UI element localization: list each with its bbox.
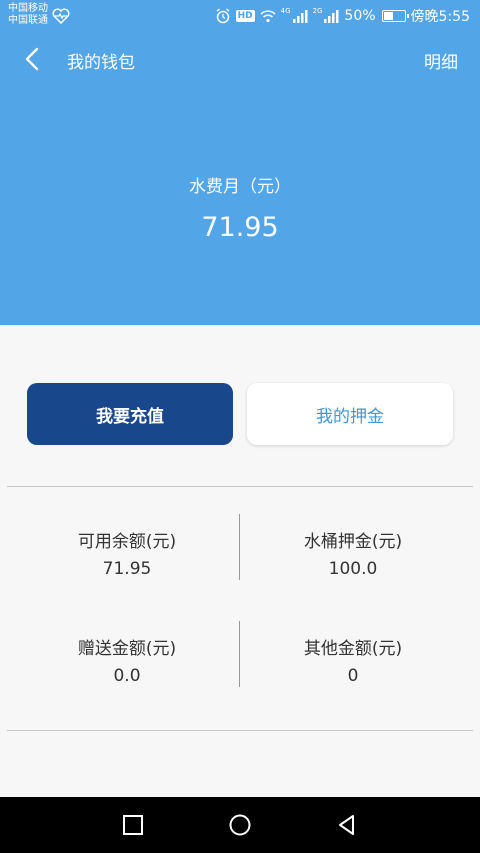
circle-home-icon[interactable] — [228, 813, 252, 837]
hd-icon: HD — [235, 10, 255, 22]
status-icons: HD 4G 2G 50% 傍晚5:55 — [215, 6, 470, 26]
square-recents-icon[interactable] — [121, 813, 145, 837]
carrier-1: 中国移动 — [8, 3, 48, 14]
chevron-left-icon[interactable] — [22, 46, 44, 72]
wallet-header: 中国移动 中国联通 HD 4G 2G 50% 傍晚5:55 我的钱包 明细 水费… — [0, 0, 480, 325]
stat-label: 其他金额(元) — [303, 639, 403, 659]
stat-label: 水桶押金(元) — [303, 532, 403, 552]
stat-value: 71.95 — [102, 559, 152, 579]
stat-available-balance: 可用余额(元) 71.95 — [7, 531, 247, 580]
balance-value: 71.95 — [201, 212, 279, 243]
triangle-back-icon[interactable] — [335, 813, 359, 837]
signal-icon — [292, 10, 308, 23]
app-bar: 我的钱包 明细 — [0, 34, 480, 84]
battery-percent: 50% — [344, 8, 376, 24]
battery-icon — [381, 10, 409, 22]
detail-button[interactable]: 明细 — [424, 48, 458, 73]
status-bar: 中国移动 中国联通 HD 4G 2G 50% 傍晚5:55 — [0, 0, 480, 34]
signal-icon — [324, 10, 339, 23]
stat-label: 可用余额(元) — [77, 532, 177, 552]
stat-value: 0.0 — [113, 666, 141, 686]
carrier-2: 中国联通 — [8, 15, 48, 26]
stat-label: 赠送金额(元) — [77, 639, 177, 659]
heart-health-icon — [52, 8, 70, 24]
page-title: 我的钱包 — [67, 53, 135, 73]
stat-bucket-deposit: 水桶押金(元) 100.0 — [233, 531, 473, 580]
balance-label: 水费月（元） — [189, 177, 291, 197]
stat-value: 0 — [347, 666, 359, 686]
my-deposit-button[interactable]: 我的押金 — [247, 383, 453, 445]
system-nav-bar — [0, 797, 480, 853]
stat-other-amount: 其他金额(元) 0 — [233, 638, 473, 687]
stat-value: 100.0 — [328, 559, 378, 579]
network-type-1: 4G — [280, 7, 291, 15]
battery-level — [383, 12, 394, 20]
network-type-2: 2G — [312, 7, 323, 15]
wifi-icon — [260, 10, 276, 23]
stat-gift-amount: 赠送金额(元) 0.0 — [7, 638, 247, 687]
divider-top — [7, 486, 473, 487]
carrier-info: 中国移动 中国联通 — [8, 3, 48, 27]
recharge-button[interactable]: 我要充值 — [27, 383, 233, 445]
divider-bottom — [7, 730, 473, 731]
alarm-icon — [216, 8, 230, 24]
status-time: 傍晚5:55 — [410, 9, 470, 25]
